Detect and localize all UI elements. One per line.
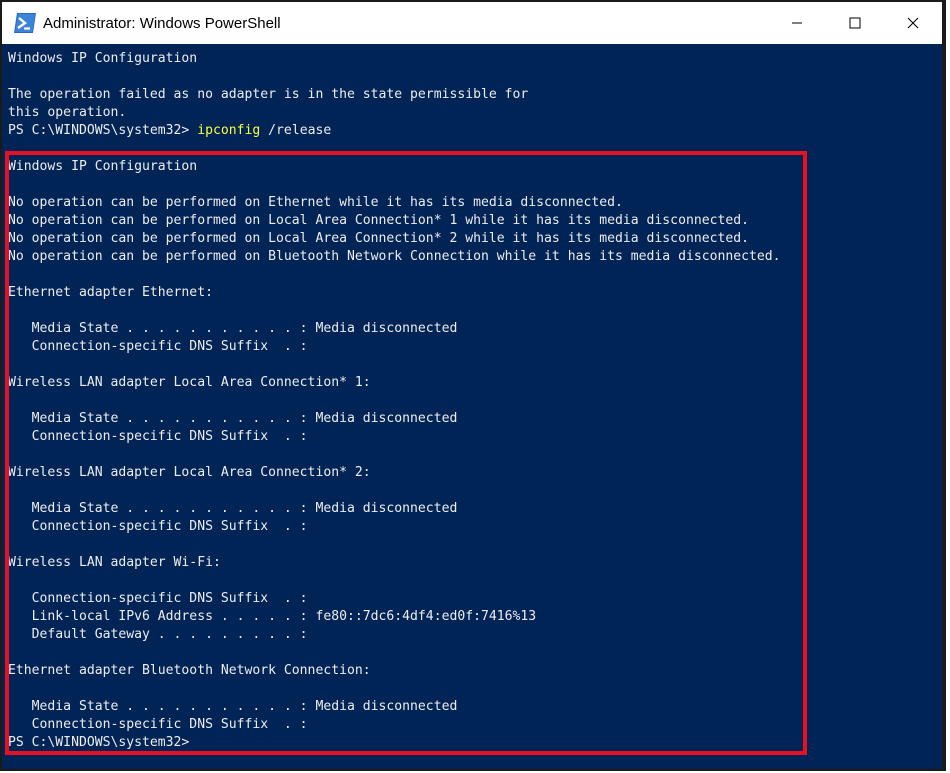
console-line: No operation can be performed on Local A… (8, 213, 750, 228)
command-text: ipconfig (197, 123, 261, 138)
console-line: Windows IP Configuration (8, 51, 198, 66)
command-prompt-line: PS C:\WINDOWS\system32> ipconfig /releas… (8, 122, 331, 140)
console-line: No operation can be performed on Local A… (8, 231, 750, 246)
console-line: Ethernet adapter Bluetooth Network Conne… (8, 663, 371, 678)
console-line: No operation can be performed on Bluetoo… (8, 249, 781, 264)
console-line: Default Gateway . . . . . . . . . : (8, 627, 308, 642)
powershell-icon (14, 13, 36, 33)
powershell-window: Administrator: Windows PowerShell Window… (0, 0, 946, 771)
console-line: Media State . . . . . . . . . . . : Medi… (8, 411, 458, 426)
command-args: /release (260, 123, 332, 138)
console-line: Media State . . . . . . . . . . . : Medi… (8, 501, 458, 516)
minimize-icon (792, 22, 802, 24)
console-line: Media State . . . . . . . . . . . : Medi… (8, 699, 458, 714)
console-line: Connection-specific DNS Suffix . : (8, 717, 308, 732)
console-line: Media State . . . . . . . . . . . : Medi… (8, 321, 458, 336)
console-line: The operation failed as no adapter is in… (8, 87, 529, 102)
maximize-button[interactable] (826, 2, 884, 44)
maximize-icon (849, 17, 861, 29)
console-line: Ethernet adapter Ethernet: (8, 285, 213, 300)
console-line: Connection-specific DNS Suffix . : (8, 519, 308, 534)
console-prompt: PS C:\WINDOWS\system32> (8, 735, 190, 750)
console-line: Connection-specific DNS Suffix . : (8, 429, 308, 444)
minimize-button[interactable] (768, 2, 826, 44)
console-line: Wireless LAN adapter Wi-Fi: (8, 555, 221, 570)
console-line: Wireless LAN adapter Local Area Connecti… (8, 465, 371, 480)
console-line: Link-local IPv6 Address . . . . . : fe80… (8, 609, 537, 624)
console-line: Windows IP Configuration (8, 159, 198, 174)
window-controls (768, 2, 942, 44)
close-button[interactable] (884, 2, 942, 44)
console-line: Connection-specific DNS Suffix . : (8, 591, 308, 606)
console-line: Connection-specific DNS Suffix . : (8, 339, 308, 354)
console-line: this operation. (8, 105, 127, 120)
prompt-text: PS C:\WINDOWS\system32> (8, 123, 198, 138)
window-title: Administrator: Windows PowerShell (43, 14, 281, 32)
console-line: Wireless LAN adapter Local Area Connecti… (8, 375, 371, 390)
console-output[interactable]: Windows IP Configuration The operation f… (2, 44, 942, 769)
console-line: No operation can be performed on Etherne… (8, 195, 623, 210)
title-bar[interactable]: Administrator: Windows PowerShell (2, 2, 942, 44)
close-icon (907, 17, 919, 29)
